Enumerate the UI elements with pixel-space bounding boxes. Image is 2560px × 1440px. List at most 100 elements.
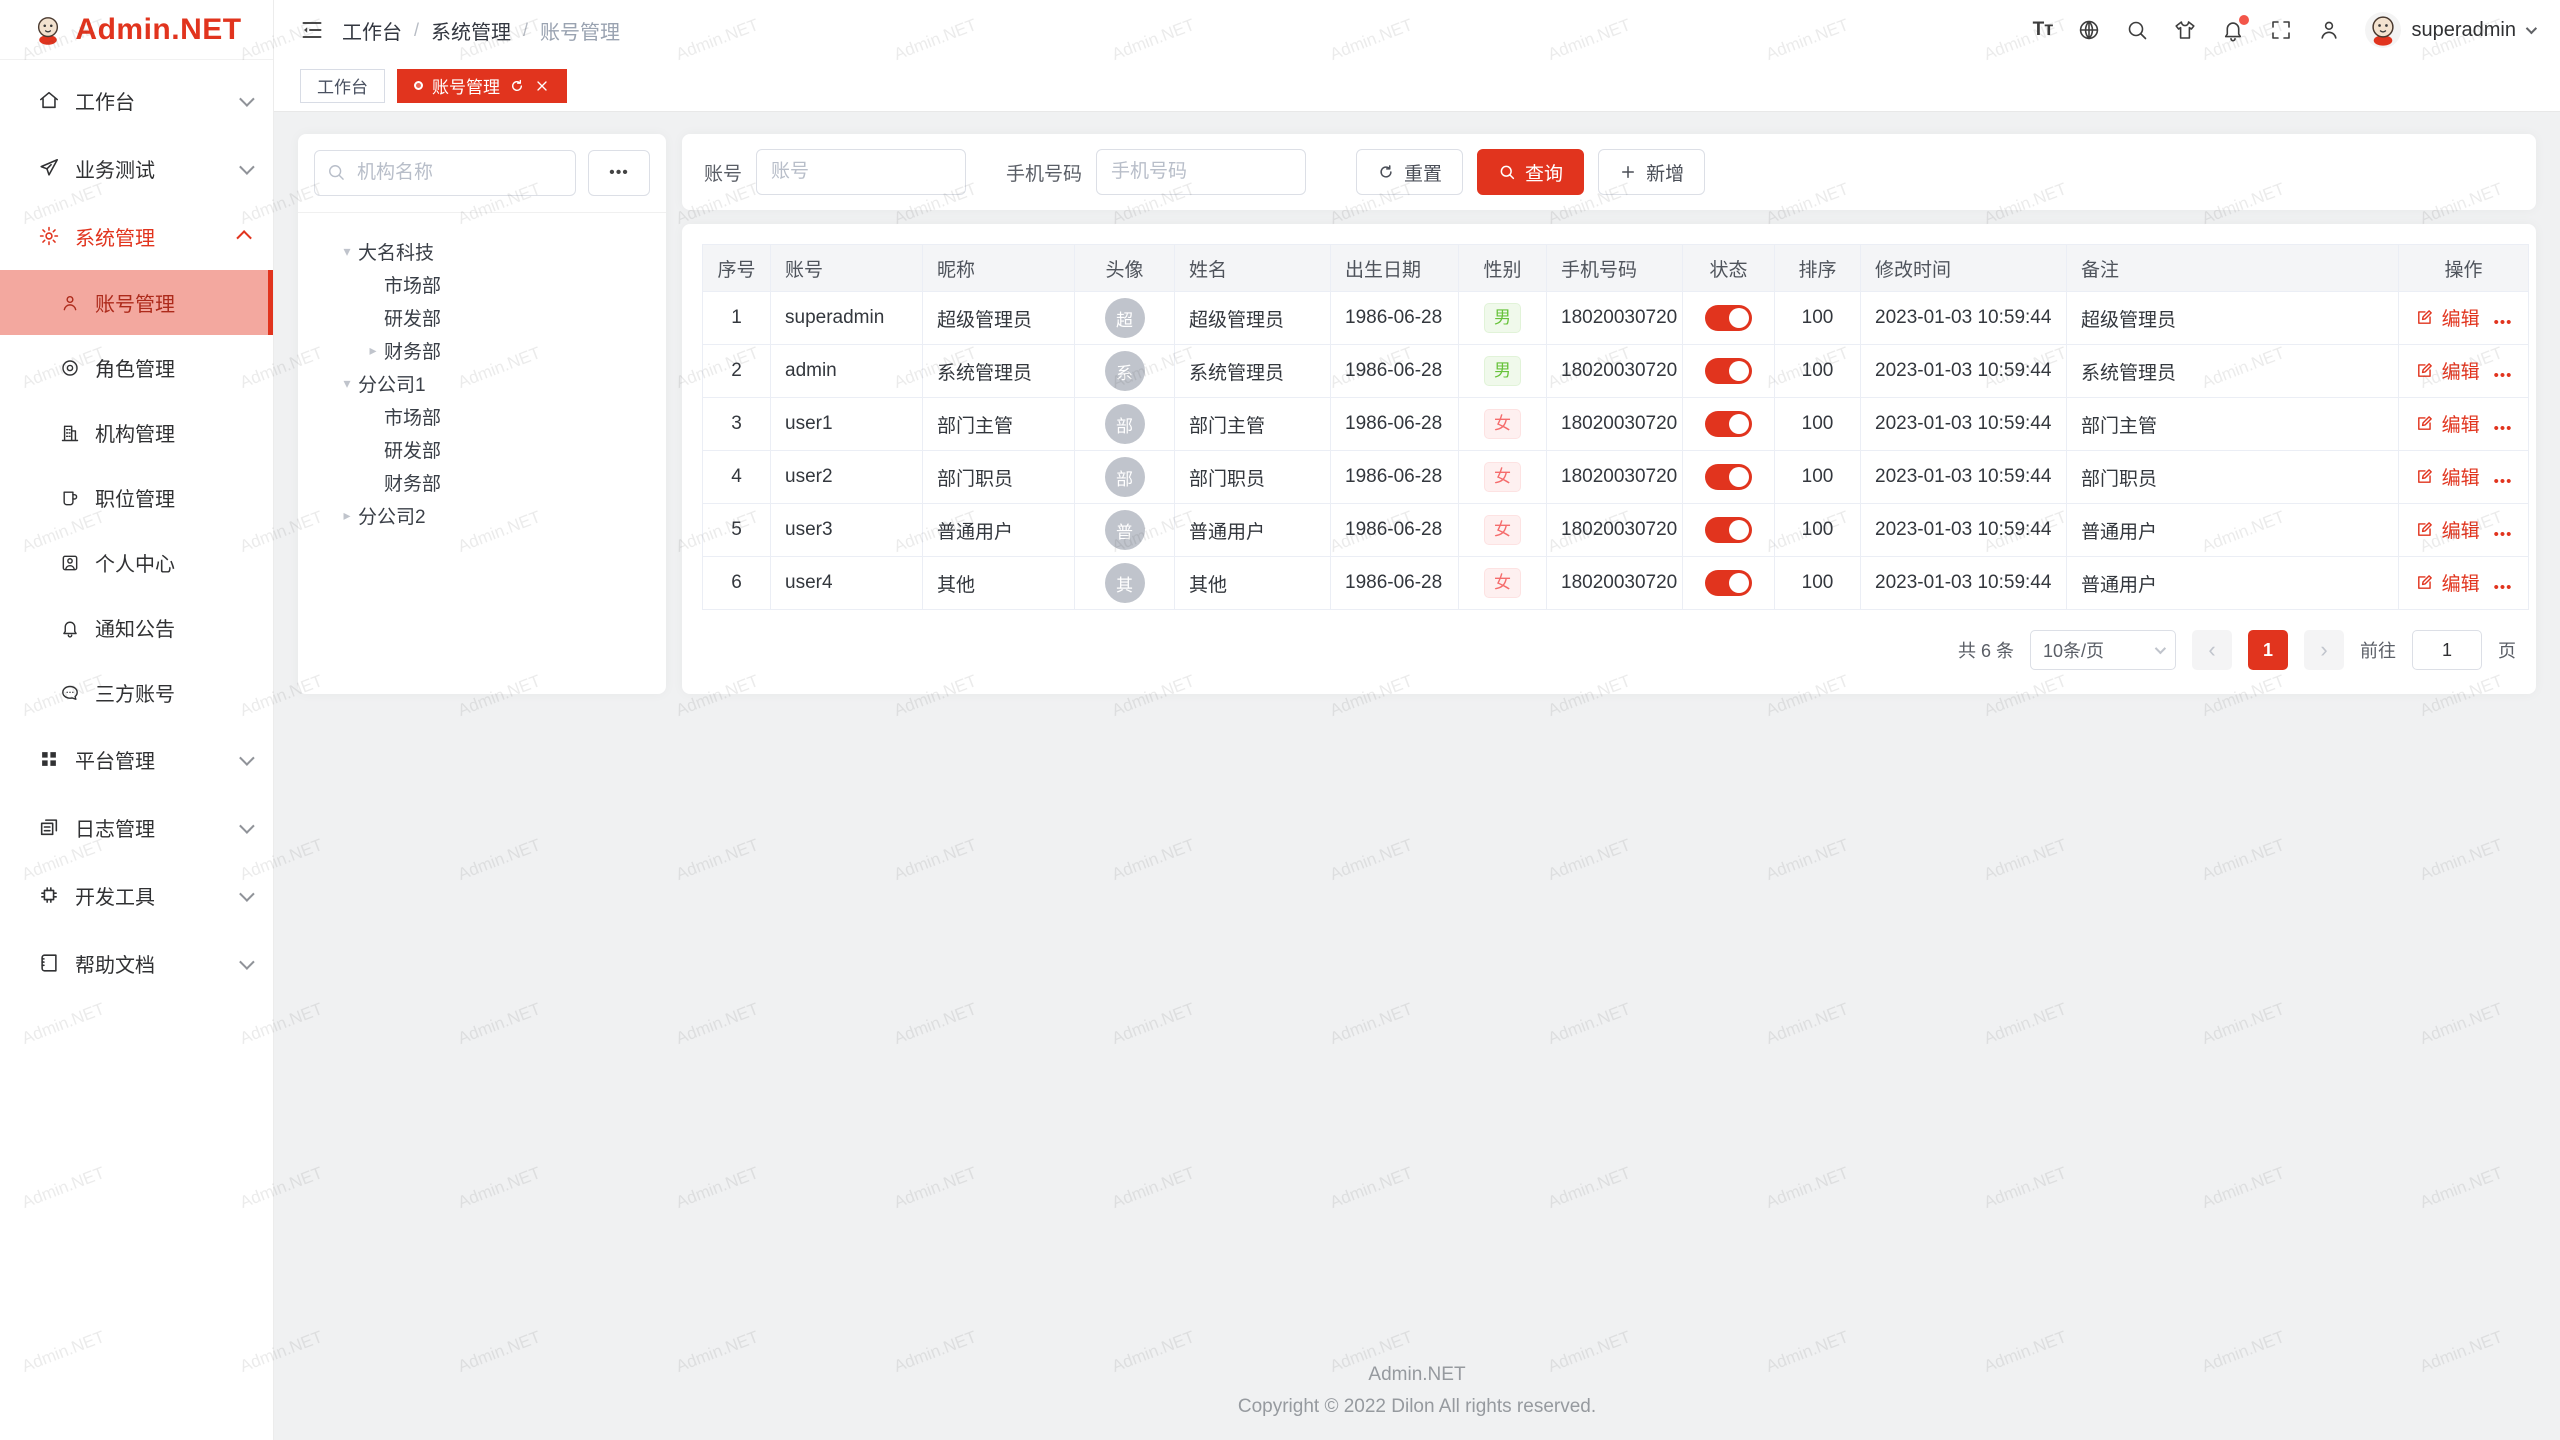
monkey-logo-icon [31, 13, 65, 47]
search-icon[interactable] [2125, 18, 2149, 42]
caret-right-icon[interactable]: ▸ [362, 342, 384, 359]
logs-icon [38, 816, 60, 838]
cell-birthdate: 1986-06-28 [1331, 345, 1459, 398]
sidebar-item-business-test[interactable]: 业务测试 [0, 134, 273, 202]
edit-button[interactable]: 编辑 [2415, 463, 2480, 490]
query-button[interactable]: 查询 [1477, 149, 1584, 195]
sidebar-item-workbench[interactable]: 工作台 [0, 66, 273, 134]
tree-node-研发部[interactable]: 研发部 [310, 301, 654, 334]
status-toggle[interactable] [1705, 517, 1752, 543]
edit-button[interactable]: 编辑 [2415, 410, 2480, 437]
phone-filter-input[interactable] [1096, 149, 1306, 195]
column-header-modified: 修改时间 [1861, 245, 2067, 292]
sidebar-item-notice-announcement[interactable]: 通知公告 [0, 595, 273, 660]
next-page-button[interactable]: › [2304, 630, 2344, 670]
row-more-button[interactable]: ••• [2494, 579, 2513, 596]
column-header-phone: 手机号码 [1547, 245, 1683, 292]
caret-down-icon[interactable]: ▾ [336, 375, 358, 392]
app-logo[interactable]: Admin.NET [0, 0, 273, 60]
status-toggle[interactable] [1705, 464, 1752, 490]
row-more-button[interactable]: ••• [2494, 420, 2513, 437]
tab-账号管理[interactable]: 账号管理 [397, 69, 567, 103]
tree-node-研发部[interactable]: 研发部 [310, 433, 654, 466]
tree-node-财务部[interactable]: 财务部 [310, 466, 654, 499]
refresh-icon[interactable] [509, 78, 525, 94]
sidebar-item-org-management[interactable]: 机构管理 [0, 400, 273, 465]
edit-button[interactable]: 编辑 [2415, 569, 2480, 596]
chevron-down-icon [2155, 643, 2166, 654]
notification-icon[interactable] [2221, 18, 2245, 42]
cell-modified: 2023-01-03 10:59:44 [1861, 451, 2067, 504]
status-toggle[interactable] [1705, 358, 1752, 384]
goto-page-input[interactable] [2412, 630, 2482, 670]
sidebar-item-dev-tools[interactable]: 开发工具 [0, 861, 273, 929]
edit-button[interactable]: 编辑 [2415, 304, 2480, 331]
tree-node-分公司1[interactable]: ▾分公司1 [310, 367, 654, 400]
breadcrumb-item[interactable]: 工作台 [342, 16, 402, 45]
sidebar-item-position-management[interactable]: 职位管理 [0, 465, 273, 530]
sidebar-item-account-management[interactable]: 账号管理 [0, 270, 273, 335]
sidebar-item-third-party-account[interactable]: 三方账号 [0, 660, 273, 725]
add-button[interactable]: 新增 [1598, 149, 1705, 195]
current-page-button[interactable]: 1 [2248, 630, 2288, 670]
status-toggle[interactable] [1705, 570, 1752, 596]
row-more-button[interactable]: ••• [2494, 526, 2513, 543]
sidebar-item-system-management[interactable]: 系统管理 [0, 202, 273, 270]
cell-phone: 18020030720 [1547, 451, 1683, 504]
row-more-button[interactable]: ••• [2494, 473, 2513, 490]
tree-node-市场部[interactable]: 市场部 [310, 400, 654, 433]
page-size-select[interactable]: 10条/页 [2030, 630, 2176, 670]
close-icon[interactable] [534, 78, 550, 94]
column-header-remark: 备注 [2067, 245, 2399, 292]
account-filter-label: 账号 [704, 159, 742, 186]
tree-node-大名科技[interactable]: ▾大名科技 [310, 235, 654, 268]
edit-button[interactable]: 编辑 [2415, 516, 2480, 543]
cpu-icon [38, 884, 60, 906]
sidebar-item-platform-management[interactable]: 平台管理 [0, 725, 273, 793]
tree-more-button[interactable]: ••• [588, 150, 650, 196]
prev-page-button[interactable]: ‹ [2192, 630, 2232, 670]
user-icon[interactable] [2317, 18, 2341, 42]
tab-工作台[interactable]: 工作台 [300, 69, 385, 103]
account-filter-input[interactable] [756, 149, 966, 195]
cell-nickname: 部门主管 [923, 398, 1075, 451]
breadcrumb: 工作台/系统管理/账号管理 [342, 16, 620, 45]
breadcrumb-item[interactable]: 系统管理 [431, 16, 511, 45]
search-icon [326, 162, 346, 182]
chevron-down-icon [2526, 23, 2537, 34]
status-toggle[interactable] [1705, 411, 1752, 437]
edit-icon [2415, 520, 2434, 539]
sidebar-item-log-management[interactable]: 日志管理 [0, 793, 273, 861]
edit-button[interactable]: 编辑 [2415, 357, 2480, 384]
cell-status [1683, 345, 1775, 398]
cell-seq: 4 [703, 451, 771, 504]
font-size-icon[interactable]: Tт [2033, 18, 2054, 42]
cell-gender: 女 [1459, 504, 1547, 557]
cell-avatar: 其 [1075, 557, 1175, 610]
chevron-down-icon [239, 750, 255, 766]
tree-node-财务部[interactable]: ▸财务部 [310, 334, 654, 367]
accounts-table: 序号账号昵称头像姓名出生日期性别手机号码状态排序修改时间备注操作 1supera… [702, 244, 2529, 610]
cell-modified: 2023-01-03 10:59:44 [1861, 345, 2067, 398]
chevron-up-icon [236, 230, 252, 246]
org-search-input[interactable] [314, 150, 576, 196]
caret-right-icon[interactable]: ▸ [336, 507, 358, 524]
sidebar-item-role-management[interactable]: 角色管理 [0, 335, 273, 400]
caret-down-icon[interactable]: ▾ [336, 243, 358, 260]
fullscreen-icon[interactable] [2269, 18, 2293, 42]
active-tab-dot-icon [414, 81, 423, 90]
org-tree-panel: ••• ▾大名科技市场部研发部▸财务部▾分公司1市场部研发部财务部▸分公司2 [298, 134, 666, 694]
row-more-button[interactable]: ••• [2494, 367, 2513, 384]
row-more-button[interactable]: ••• [2494, 314, 2513, 331]
status-toggle[interactable] [1705, 305, 1752, 331]
reset-button[interactable]: 重置 [1356, 149, 1463, 195]
cell-nickname: 部门职员 [923, 451, 1075, 504]
user-menu[interactable]: superadmin [2365, 12, 2534, 48]
menu-fold-icon[interactable] [300, 18, 324, 42]
sidebar-item-help-docs[interactable]: 帮助文档 [0, 929, 273, 997]
tree-node-分公司2[interactable]: ▸分公司2 [310, 499, 654, 532]
sidebar-item-personal-center[interactable]: 个人中心 [0, 530, 273, 595]
language-icon[interactable] [2077, 18, 2101, 42]
theme-icon[interactable] [2173, 18, 2197, 42]
tree-node-市场部[interactable]: 市场部 [310, 268, 654, 301]
